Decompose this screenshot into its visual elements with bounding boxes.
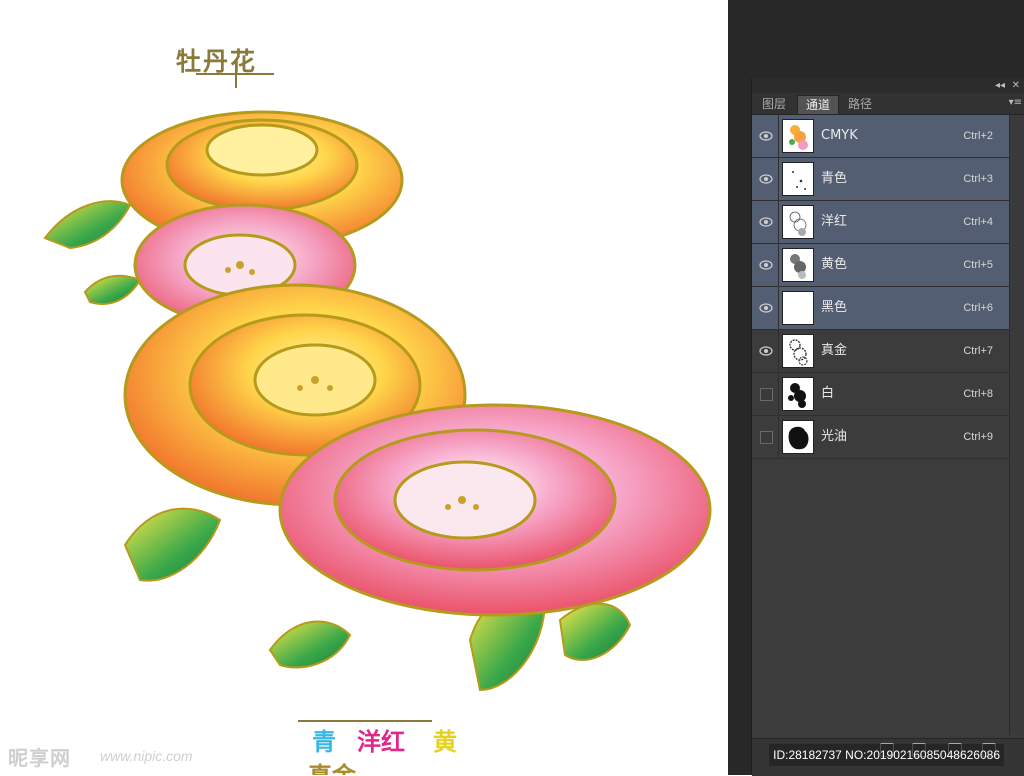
channel-list-scrollbar[interactable]	[1009, 115, 1024, 735]
channel-name: 黑色	[821, 300, 848, 315]
channel-row-varnish[interactable]: 光油 Ctrl+9	[752, 416, 1009, 459]
document-canvas[interactable]: 牡丹花 青 洋红 黄 真金 昵享网 www.nipic.com	[0, 0, 728, 775]
visibility-eye-icon[interactable]	[758, 342, 774, 360]
caption-yellow: 黄	[433, 728, 457, 756]
channel-row-gold[interactable]: 真金 Ctrl+7	[752, 330, 1009, 373]
channel-name: 白	[821, 386, 835, 401]
tab-paths[interactable]: 路径	[840, 95, 880, 114]
panel-menu-icon[interactable]: ▾≡	[1009, 97, 1022, 108]
tab-layers[interactable]: 图层	[754, 95, 794, 114]
channel-row-black[interactable]: 黑色 Ctrl+6	[752, 287, 1009, 330]
panel-titlebar: ◂◂ ✕	[752, 78, 1024, 93]
caption-magenta: 洋红	[357, 728, 405, 756]
channel-thumbnail	[782, 420, 814, 454]
channel-shortcut: Ctrl+9	[963, 431, 993, 443]
caption-cyan: 青	[312, 728, 336, 756]
channel-list: CMYK Ctrl+2 青色 Ctrl+3 洋红 Ctrl+4 黄色 Ctrl+…	[752, 115, 1009, 459]
channel-row-white[interactable]: 白 Ctrl+8	[752, 373, 1009, 416]
visibility-eye-icon[interactable]	[758, 170, 774, 188]
channel-shortcut: Ctrl+6	[963, 302, 993, 314]
channel-name: 真金	[821, 343, 848, 358]
channel-shortcut: Ctrl+4	[963, 216, 993, 228]
channel-thumbnail	[782, 119, 814, 153]
channel-shortcut: Ctrl+2	[963, 130, 993, 142]
watermark-logo: 昵享网	[8, 746, 71, 770]
visibility-toggle[interactable]	[760, 388, 773, 401]
channel-thumbnail	[782, 334, 814, 368]
channel-thumbnail	[782, 205, 814, 239]
channel-name: 洋红	[821, 214, 848, 229]
channel-name: 光油	[821, 429, 848, 444]
channel-name: CMYK	[821, 128, 858, 143]
close-icon[interactable]: ✕	[1012, 79, 1020, 92]
channel-name: 黄色	[821, 257, 848, 272]
channel-row-cyan[interactable]: 青色 Ctrl+3	[752, 158, 1009, 201]
channel-name: 青色	[821, 171, 848, 186]
visibility-eye-icon[interactable]	[758, 256, 774, 274]
tab-channels[interactable]: 通道	[797, 95, 840, 114]
channel-thumbnail	[782, 248, 814, 282]
visibility-eye-icon[interactable]	[758, 299, 774, 317]
channel-shortcut: Ctrl+7	[963, 345, 993, 357]
artwork-title: 牡丹花	[176, 47, 258, 76]
channel-thumbnail	[782, 377, 814, 411]
channel-shortcut: Ctrl+5	[963, 259, 993, 271]
channel-row-magenta[interactable]: 洋红 Ctrl+4	[752, 201, 1009, 244]
watermark-url: www.nipic.com	[100, 748, 193, 764]
visibility-toggle[interactable]	[760, 431, 773, 444]
visibility-eye-icon[interactable]	[758, 127, 774, 145]
visibility-eye-icon[interactable]	[758, 213, 774, 231]
channel-row-yellow[interactable]: 黄色 Ctrl+5	[752, 244, 1009, 287]
double-left-arrow-icon[interactable]: ◂◂	[995, 79, 1005, 92]
channel-shortcut: Ctrl+8	[963, 388, 993, 400]
watermark-id: ID:28182737 NO:20190216085048626086	[769, 744, 1004, 766]
channel-thumbnail	[782, 291, 814, 325]
channel-shortcut: Ctrl+3	[963, 173, 993, 185]
channels-panel: ◂◂ ✕ 图层 通道 路径 ▾≡ CMYK Ctrl+2 青色 Ctrl+3 洋…	[751, 78, 1024, 776]
channel-thumbnail	[782, 162, 814, 196]
caption-gold: 真金	[308, 756, 356, 775]
channel-row-cmyk[interactable]: CMYK Ctrl+2	[752, 115, 1009, 158]
peony-artwork	[43, 60, 712, 722]
panel-tabs: 图层 通道 路径 ▾≡	[752, 93, 1024, 115]
